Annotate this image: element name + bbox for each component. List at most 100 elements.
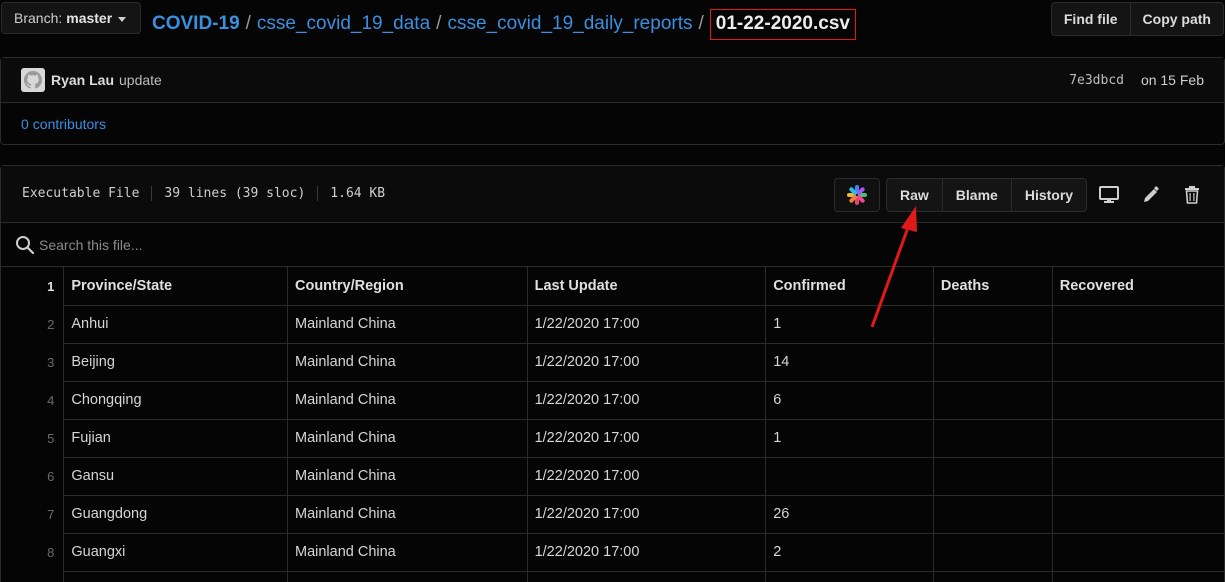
table-cell: [1051, 418, 1224, 458]
table-cell: Fujian: [63, 418, 288, 458]
table-cell: [1051, 342, 1224, 382]
table-cell: Mainland China: [286, 532, 528, 572]
trash-icon[interactable]: [1181, 184, 1203, 206]
line-number[interactable]: 7: [1, 495, 65, 533]
table-cell: [1051, 380, 1224, 420]
table-cell: 1: [765, 418, 934, 458]
table-row: 9: [1, 570, 1224, 582]
commit-sha[interactable]: 7e3dbcd: [1069, 73, 1124, 88]
breadcrumb: COVID-19 / csse_covid_19_data / csse_cov…: [152, 8, 856, 40]
table-cell: [1051, 570, 1224, 582]
table-cell: [932, 532, 1053, 572]
commit-date: on 15 Feb: [1140, 72, 1204, 88]
table-cell: Guangdong: [63, 494, 288, 534]
github-octocat-icon: [24, 71, 42, 89]
table-cell: 1: [765, 304, 934, 344]
table-cell: 26: [765, 494, 934, 534]
table-cell: 1/22/2020 17:00: [526, 342, 767, 382]
table-cell: 1/22/2020 17:00: [526, 304, 767, 344]
commit-message[interactable]: update: [119, 72, 162, 88]
table-cell: Anhui: [63, 304, 288, 344]
branch-selector-button[interactable]: Branch: master: [1, 2, 141, 34]
contributors-count: 0: [21, 116, 29, 132]
table-cell: [932, 342, 1053, 382]
pencil-icon[interactable]: [1140, 184, 1162, 206]
table-row: 3 Beijing Mainland China 1/22/2020 17:00 14: [1, 342, 1224, 382]
file-size: 1.64 KB: [317, 186, 397, 201]
table-cell: [1051, 494, 1224, 534]
contributors-link[interactable]: 0 contributors: [1, 103, 1224, 145]
commit-author[interactable]: Ryan Lau: [51, 72, 114, 88]
column-header: Last Update: [526, 267, 767, 306]
table-cell: 1/22/2020 17:00: [526, 456, 767, 496]
line-number[interactable]: 6: [1, 457, 65, 495]
desktop-icon[interactable]: [1098, 184, 1120, 206]
table-row: 2 Anhui Mainland China 1/22/2020 17:00 1: [1, 304, 1224, 344]
latest-commit-row: Ryan Lau update 7e3dbcd on 15 Feb: [1, 58, 1224, 103]
table-cell: 1/22/2020 17:00: [526, 494, 767, 534]
column-header: Province/State: [63, 267, 288, 306]
branch-name: master: [66, 10, 113, 26]
pinwheel-logo-icon: [847, 185, 867, 205]
table-cell: Mainland China: [286, 494, 528, 534]
table-cell: [1051, 304, 1224, 344]
table-cell: [932, 304, 1053, 344]
table-cell: [932, 570, 1053, 582]
line-number[interactable]: 3: [1, 343, 65, 381]
table-cell: 2: [765, 532, 934, 572]
table-cell: Gansu: [63, 456, 288, 496]
table-cell: [1051, 532, 1224, 572]
history-button[interactable]: History: [1010, 179, 1086, 211]
table-cell: [1051, 456, 1224, 496]
table-cell: Mainland China: [286, 456, 528, 496]
column-header: Country/Region: [286, 267, 528, 306]
breadcrumb-repo-link[interactable]: COVID-19: [152, 13, 240, 35]
breadcrumb-data-link[interactable]: csse_covid_19_data: [257, 13, 430, 35]
file-search-bar: [1, 223, 1224, 267]
line-number[interactable]: 1: [1, 267, 65, 305]
file-view-buttons: Raw Blame History: [886, 178, 1088, 212]
table-cell: Mainland China: [286, 304, 528, 344]
top-bar: Branch: master COVID-19 / csse_covid_19_…: [0, 0, 1225, 40]
table-cell: Mainland China: [286, 380, 528, 420]
line-number[interactable]: 4: [1, 381, 65, 419]
breadcrumb-file-name: 01-22-2020.csv: [709, 9, 856, 40]
find-file-button[interactable]: Find file: [1052, 3, 1130, 35]
table-cell: [932, 418, 1053, 458]
table-row: 4 Chongqing Mainland China 1/22/2020 17:00 6: [1, 380, 1224, 420]
search-input[interactable]: [39, 236, 539, 253]
copy-path-button[interactable]: Copy path: [1129, 3, 1223, 35]
table-cell: 1/22/2020 17:00: [526, 418, 767, 458]
breadcrumb-separator: /: [245, 12, 251, 34]
line-number[interactable]: 9: [1, 571, 65, 582]
contributors-label: contributors: [32, 116, 106, 132]
file-actions: Find file Copy path: [1050, 2, 1224, 36]
table-cell: [765, 456, 934, 496]
line-number[interactable]: 5: [1, 419, 65, 457]
file-lines: 39 lines (39 sloc): [151, 186, 317, 201]
line-number[interactable]: 2: [1, 305, 65, 343]
table-cell: Guangxi: [63, 532, 288, 572]
breadcrumb-daily-reports-link[interactable]: csse_covid_19_daily_reports: [447, 13, 692, 35]
column-header: Deaths: [932, 267, 1053, 306]
table-row: 7 Guangdong Mainland China 1/22/2020 17:00 2…: [1, 494, 1224, 534]
avatar[interactable]: [21, 68, 45, 92]
breadcrumb-separator: /: [436, 12, 442, 34]
table-cell: 1/22/2020 17:00: [526, 532, 767, 572]
search-icon: [16, 235, 35, 254]
line-number[interactable]: 8: [1, 533, 65, 571]
file-mode: Executable File: [22, 186, 140, 201]
breadcrumb-separator: /: [698, 12, 704, 34]
chevron-down-icon: [118, 16, 127, 22]
table-cell: [63, 570, 288, 582]
blame-button[interactable]: Blame: [941, 179, 1011, 211]
raw-button[interactable]: Raw: [887, 179, 942, 211]
table-cell: [526, 570, 767, 582]
table-cell: [765, 570, 934, 582]
table-cell: Beijing: [63, 342, 288, 382]
table-header-row: 1 Province/State Country/Region Last Upd…: [1, 267, 1224, 306]
table-cell: Mainland China: [286, 418, 528, 458]
csv-table: 1 Province/State Country/Region Last Upd…: [1, 267, 1224, 582]
app-logo-button[interactable]: [834, 178, 880, 212]
file-info: Executable File 39 lines (39 sloc) 1.64 …: [22, 186, 397, 201]
